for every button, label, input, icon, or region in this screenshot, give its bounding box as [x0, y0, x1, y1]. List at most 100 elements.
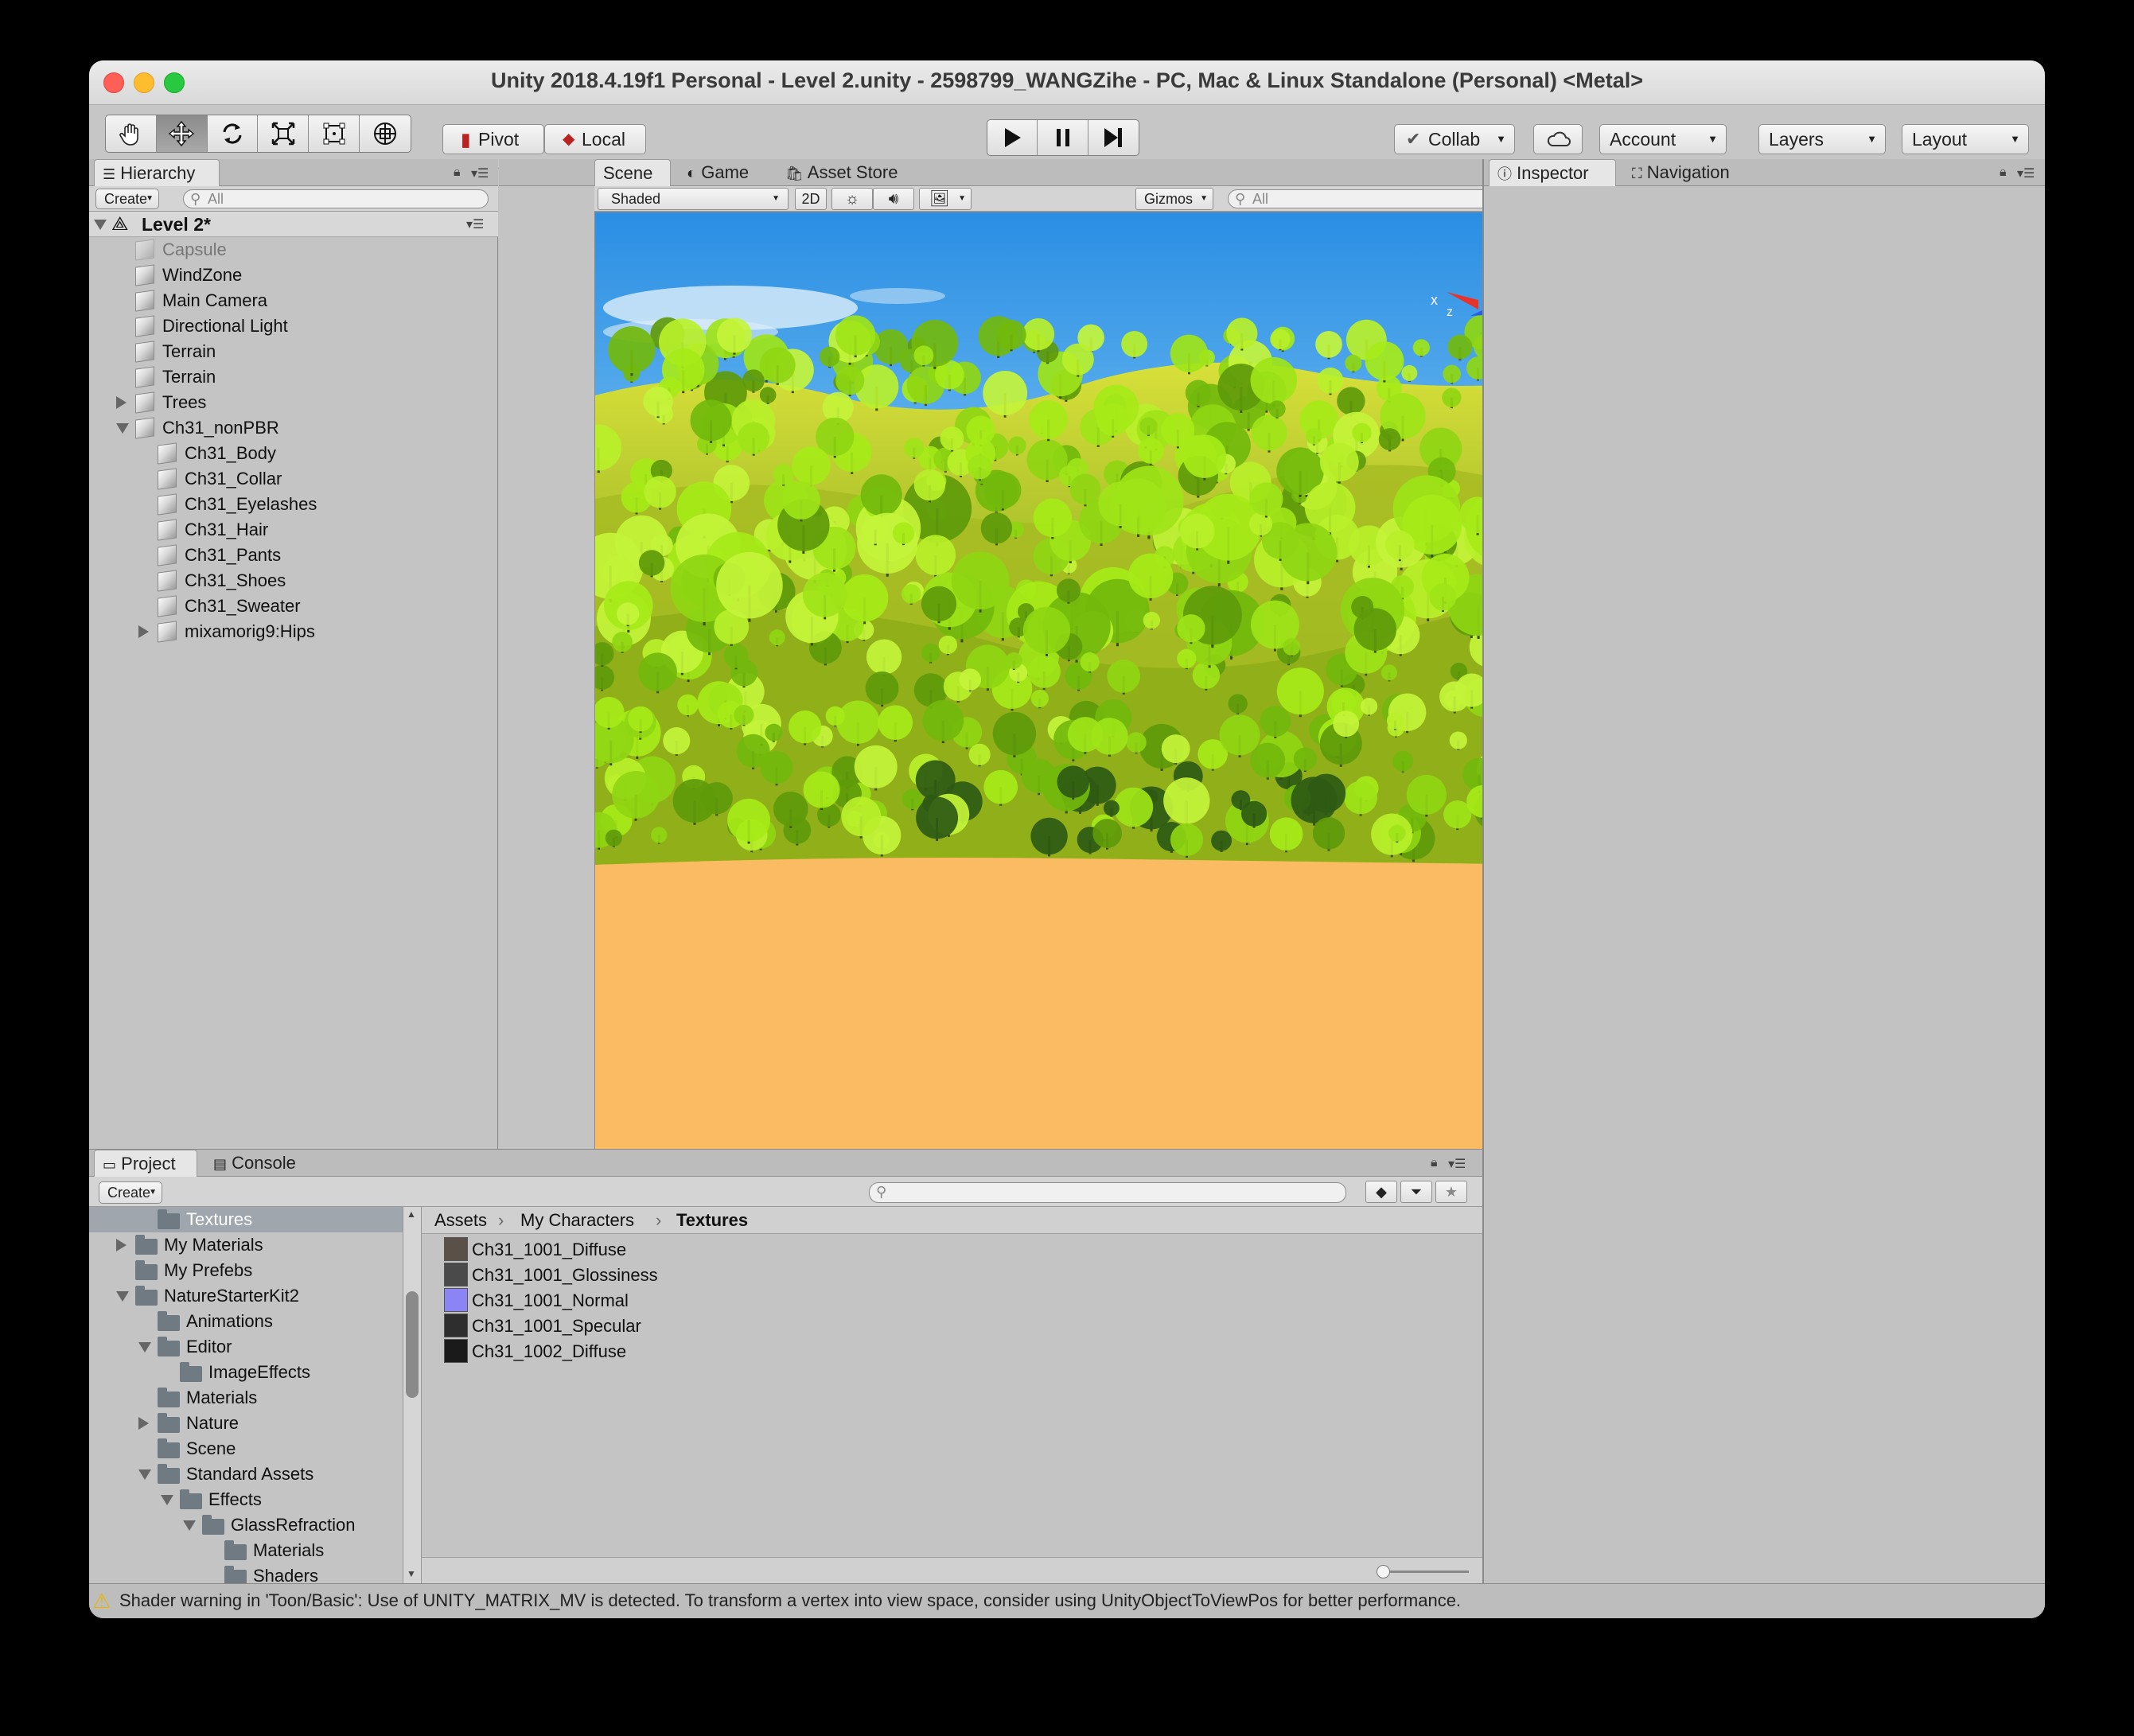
- expand-arrow-icon[interactable]: [183, 1520, 196, 1531]
- play-icon[interactable]: [987, 120, 1038, 155]
- panel-menu-icon[interactable]: ▾☰: [1448, 1156, 1466, 1172]
- panel-menu-icon[interactable]: ▾☰: [471, 165, 489, 181]
- folder-item[interactable]: Nature: [89, 1411, 403, 1436]
- hierarchy-item[interactable]: WindZone: [89, 263, 498, 288]
- scene-root-row[interactable]: ⟁ Level 2* ▾☰: [89, 212, 498, 237]
- cloud-button[interactable]: [1533, 124, 1583, 154]
- tab-asset-store[interactable]: 🛍︎ Asset Store: [777, 159, 921, 186]
- folder-item[interactable]: GlassRefraction: [89, 1512, 403, 1538]
- filter-by-type-button[interactable]: ◆: [1365, 1181, 1397, 1203]
- audio-toggle[interactable]: 🔊︎: [873, 188, 914, 210]
- asset-item[interactable]: Ch31_1001_Specular: [444, 1314, 641, 1339]
- folder-item[interactable]: Effects: [89, 1487, 403, 1512]
- move-tool-icon[interactable]: [156, 115, 208, 152]
- 2d-toggle-button[interactable]: 2D: [795, 188, 827, 210]
- scene-viewport[interactable]: y x z 🔒︎: [594, 212, 1567, 1150]
- gizmos-dropdown[interactable]: Gizmos ▼: [1135, 188, 1213, 210]
- pause-icon[interactable]: [1038, 120, 1088, 155]
- hierarchy-item[interactable]: Terrain: [89, 364, 498, 390]
- breadcrumb-textures[interactable]: Textures: [676, 1207, 748, 1234]
- lighting-toggle[interactable]: ☼: [831, 188, 873, 210]
- hierarchy-item[interactable]: Main Camera: [89, 288, 498, 313]
- scene-menu-icon[interactable]: ▾☰: [466, 216, 484, 232]
- hierarchy-item[interactable]: Capsule: [89, 237, 498, 263]
- lock-icon[interactable]: 🔒︎: [2000, 165, 2007, 180]
- hand-tool-icon[interactable]: [106, 115, 157, 152]
- hierarchy-search-input[interactable]: ⚲ All: [183, 189, 489, 208]
- rect-tool-icon[interactable]: [309, 115, 360, 152]
- asset-item[interactable]: Ch31_1001_Glossiness: [444, 1263, 658, 1288]
- folder-item[interactable]: Animations: [89, 1309, 403, 1334]
- hierarchy-item[interactable]: Directional Light: [89, 313, 498, 339]
- hierarchy-item[interactable]: mixamorig9:Hips: [89, 619, 498, 644]
- shading-mode-dropdown[interactable]: Shaded ▼: [598, 188, 789, 210]
- hierarchy-item[interactable]: Ch31_Shoes: [89, 568, 498, 594]
- expand-arrow-icon[interactable]: [94, 220, 107, 230]
- hierarchy-item[interactable]: Ch31_Eyelashes: [89, 492, 498, 517]
- pivot-toggle-button[interactable]: ▮ Pivot: [442, 124, 544, 154]
- zoom-slider-track[interactable]: [1383, 1571, 1469, 1573]
- status-message[interactable]: Shader warning in 'Toon/Basic': Use of U…: [119, 1590, 1461, 1611]
- folder-item[interactable]: Textures: [89, 1207, 403, 1232]
- tab-hierarchy[interactable]: ☰ Hierarchy: [94, 159, 220, 186]
- hierarchy-item[interactable]: Ch31_Pants: [89, 543, 498, 568]
- folder-item[interactable]: My Materials: [89, 1232, 403, 1258]
- folder-item[interactable]: My Prefebs: [89, 1258, 403, 1283]
- breadcrumb-my-characters[interactable]: My Characters: [520, 1207, 634, 1234]
- scale-tool-icon[interactable]: [258, 115, 310, 152]
- rotate-tool-icon[interactable]: [208, 115, 259, 152]
- tab-console[interactable]: ▤ Console: [205, 1150, 325, 1177]
- filter-by-label-button[interactable]: ⏷: [1400, 1181, 1432, 1203]
- folder-item[interactable]: Materials: [89, 1538, 403, 1563]
- folder-scrollbar[interactable]: ▲ ▼: [403, 1207, 422, 1584]
- hierarchy-item[interactable]: Terrain: [89, 339, 498, 364]
- account-dropdown[interactable]: Account ▼: [1599, 124, 1727, 154]
- collab-dropdown[interactable]: ✔ Collab ▼: [1394, 124, 1515, 154]
- lock-icon[interactable]: 🔒︎: [454, 165, 461, 180]
- favorites-button[interactable]: ★: [1435, 1181, 1467, 1203]
- expand-arrow-icon[interactable]: [161, 1495, 173, 1505]
- asset-item[interactable]: Ch31_1002_Diffuse: [444, 1339, 626, 1364]
- lock-icon[interactable]: 🔒︎: [1431, 1156, 1438, 1170]
- folder-item[interactable]: Standard Assets: [89, 1462, 403, 1487]
- zoom-slider-thumb[interactable]: [1377, 1565, 1390, 1578]
- transform-tool-icon[interactable]: [360, 115, 411, 152]
- folder-item[interactable]: ImageEffects: [89, 1360, 403, 1385]
- tab-scene[interactable]: Scene: [594, 159, 671, 186]
- step-icon[interactable]: [1088, 120, 1139, 155]
- folder-item[interactable]: NatureStarterKit2: [89, 1283, 403, 1309]
- panel-menu-icon[interactable]: ▾☰: [2017, 165, 2035, 181]
- tab-navigation[interactable]: ⛶ Navigation: [1624, 159, 1783, 186]
- breadcrumb-assets[interactable]: Assets: [434, 1207, 487, 1234]
- hierarchy-item[interactable]: Trees: [89, 390, 498, 415]
- expand-arrow-icon[interactable]: [116, 1291, 129, 1302]
- expand-arrow-icon[interactable]: [138, 1342, 151, 1353]
- folder-item[interactable]: Materials: [89, 1385, 403, 1411]
- hierarchy-item[interactable]: Ch31_Hair: [89, 517, 498, 543]
- hierarchy-item[interactable]: Ch31_Sweater: [89, 594, 498, 619]
- project-create-button[interactable]: Create ▼: [99, 1181, 162, 1204]
- layers-dropdown[interactable]: Layers ▼: [1758, 124, 1886, 154]
- folder-item[interactable]: Editor: [89, 1334, 403, 1360]
- folder-item[interactable]: Scene: [89, 1436, 403, 1462]
- expand-arrow-icon[interactable]: [138, 1469, 151, 1480]
- local-toggle-button[interactable]: ◆ Local: [544, 124, 646, 154]
- expand-arrow-icon[interactable]: [138, 1417, 149, 1430]
- tab-project[interactable]: ▭ Project: [94, 1150, 197, 1177]
- expand-arrow-icon[interactable]: [138, 625, 149, 638]
- hierarchy-item[interactable]: Ch31_Collar: [89, 466, 498, 492]
- hierarchy-create-button[interactable]: Create ▼: [95, 189, 159, 209]
- project-search-input[interactable]: ⚲: [869, 1182, 1346, 1203]
- scroll-down-icon[interactable]: ▼: [407, 1568, 416, 1579]
- expand-arrow-icon[interactable]: [116, 1239, 127, 1251]
- asset-item[interactable]: Ch31_1001_Normal: [444, 1288, 629, 1314]
- layout-dropdown[interactable]: Layout ▼: [1902, 124, 2029, 154]
- expand-arrow-icon[interactable]: [116, 396, 127, 409]
- folder-item[interactable]: Shaders: [89, 1563, 403, 1584]
- asset-item[interactable]: Ch31_1001_Diffuse: [444, 1237, 626, 1263]
- tab-game[interactable]: ◐ Game: [679, 159, 774, 186]
- tab-inspector[interactable]: ⓘ Inspector: [1489, 159, 1616, 186]
- hierarchy-item[interactable]: Ch31_nonPBR: [89, 415, 498, 441]
- expand-arrow-icon[interactable]: [116, 423, 129, 434]
- scroll-up-icon[interactable]: ▲: [407, 1209, 416, 1220]
